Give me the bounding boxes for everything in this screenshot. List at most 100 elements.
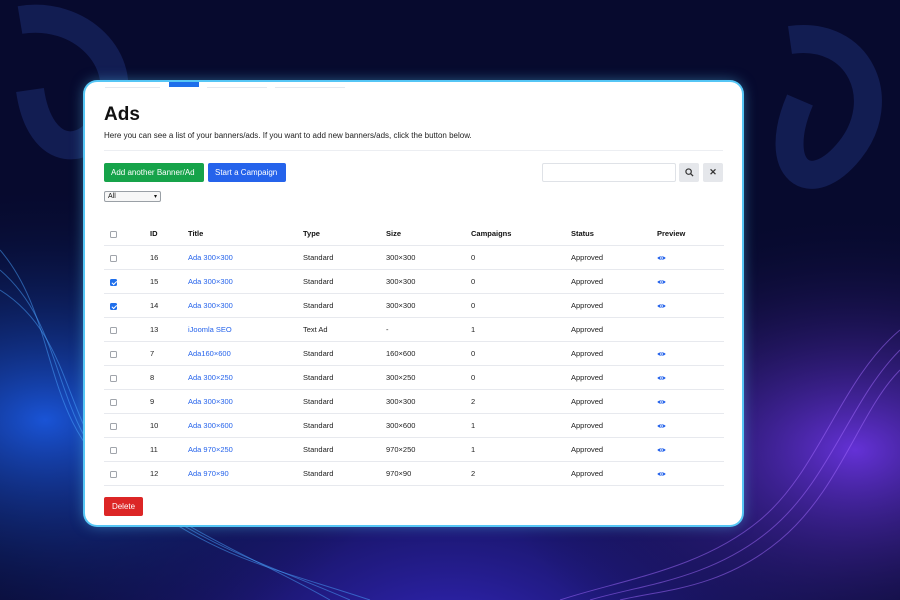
ad-title-link[interactable]: Ada 970×250 [188,445,233,454]
filter-selected-value: All [108,193,116,200]
cell-preview [657,293,724,318]
cell-size: 300×300 [386,269,471,294]
eye-icon[interactable] [657,447,666,453]
header-id[interactable]: ID [150,222,188,246]
cell-id: 9 [150,389,188,414]
ads-table: ID Title Type Size Campaigns Status Prev… [104,222,724,486]
chevron-down-icon: ▾ [153,194,157,200]
cell-campaigns: 1 [471,437,571,462]
clear-search-button[interactable]: ✕ [703,163,723,182]
cell-campaigns: 0 [471,293,571,318]
cell-campaigns: 2 [471,461,571,486]
cell-preview [657,413,724,438]
cell-preview [657,245,724,270]
ad-title-link[interactable]: Ada 300×600 [188,421,233,430]
ad-title-link[interactable]: iJoomla SEO [188,325,232,334]
row-checkbox[interactable] [110,374,117,382]
tab[interactable] [275,82,345,88]
table-row: 14 Ada 300×300 Standard 300×300 0 Approved [104,293,724,318]
header-title[interactable]: Title [188,222,303,246]
cell-size: 300×300 [386,245,471,270]
cell-type: Standard [303,413,386,438]
cell-type: Standard [303,461,386,486]
tab[interactable] [207,82,267,88]
eye-icon[interactable] [657,399,666,405]
header-campaigns[interactable]: Campaigns [471,222,571,246]
row-checkbox[interactable] [110,254,117,262]
table-row: 16 Ada 300×300 Standard 300×300 0 Approved [104,245,724,270]
cell-size: - [386,317,471,342]
cell-campaigns: 0 [471,245,571,270]
row-checkbox[interactable] [110,350,117,358]
ad-title-link[interactable]: Ada 300×300 [188,301,233,310]
cell-preview [657,269,724,294]
table-header-row: ID Title Type Size Campaigns Status Prev… [104,222,724,246]
row-checkbox[interactable] [110,326,117,334]
start-campaign-button[interactable]: Start a Campaign [208,163,286,182]
eye-icon[interactable] [657,423,666,429]
ad-title-link[interactable]: Ada 300×300 [188,277,233,286]
cell-id: 10 [150,413,188,438]
row-checkbox[interactable] [110,398,117,406]
table-row: 15 Ada 300×300 Standard 300×300 0 Approved [104,269,724,294]
header-status[interactable]: Status [571,222,657,246]
select-all-checkbox[interactable] [110,230,117,238]
row-checkbox[interactable] [110,446,117,454]
cell-size: 300×250 [386,365,471,390]
add-banner-button[interactable]: Add another Banner/Ad [104,163,204,182]
tab-active[interactable] [169,82,199,87]
close-icon: ✕ [709,167,717,177]
cell-status: Approved [571,365,657,390]
cell-campaigns: 0 [471,341,571,366]
cell-id: 8 [150,365,188,390]
eye-icon[interactable] [657,375,666,381]
cell-id: 12 [150,461,188,486]
cell-status: Approved [571,437,657,462]
cell-id: 16 [150,245,188,270]
eye-icon[interactable] [657,255,666,261]
cell-status: Approved [571,341,657,366]
eye-icon[interactable] [657,471,666,477]
ad-title-link[interactable]: Ada 300×300 [188,397,233,406]
cell-size: 300×600 [386,413,471,438]
cell-size: 160×600 [386,341,471,366]
cell-campaigns: 1 [471,413,571,438]
cell-id: 11 [150,437,188,462]
cell-id: 7 [150,341,188,366]
cell-status: Approved [571,293,657,318]
tab[interactable] [105,82,160,88]
cell-type: Standard [303,389,386,414]
status-filter-select[interactable]: All ▾ [104,191,161,202]
cell-status: Approved [571,317,657,342]
row-checkbox[interactable] [110,470,117,478]
table-row: 12 Ada 970×90 Standard 970×90 2 Approved [104,461,724,486]
ad-title-link[interactable]: Ada160×600 [188,349,231,358]
table-row: 8 Ada 300×250 Standard 300×250 0 Approved [104,365,724,390]
cell-id: 13 [150,317,188,342]
row-checkbox[interactable] [110,302,117,310]
cell-id: 15 [150,269,188,294]
row-checkbox[interactable] [110,422,117,430]
cell-status: Approved [571,413,657,438]
row-checkbox[interactable] [110,278,117,286]
eye-icon[interactable] [657,351,666,357]
header-type[interactable]: Type [303,222,386,246]
delete-button[interactable]: Delete [104,497,143,516]
ad-title-link[interactable]: Ada 970×90 [188,469,229,478]
cell-preview [657,365,724,390]
page-title: Ads [104,104,140,125]
cell-status: Approved [571,389,657,414]
header-size[interactable]: Size [386,222,471,246]
eye-icon[interactable] [657,279,666,285]
cell-size: 300×300 [386,293,471,318]
cell-type: Standard [303,245,386,270]
cell-campaigns: 1 [471,317,571,342]
cell-size: 970×250 [386,437,471,462]
cell-type: Text Ad [303,317,386,342]
ad-title-link[interactable]: Ada 300×250 [188,373,233,382]
cell-preview [657,341,724,366]
ad-title-link[interactable]: Ada 300×300 [188,253,233,262]
search-button[interactable] [679,163,699,182]
search-input[interactable] [542,163,676,182]
eye-icon[interactable] [657,303,666,309]
